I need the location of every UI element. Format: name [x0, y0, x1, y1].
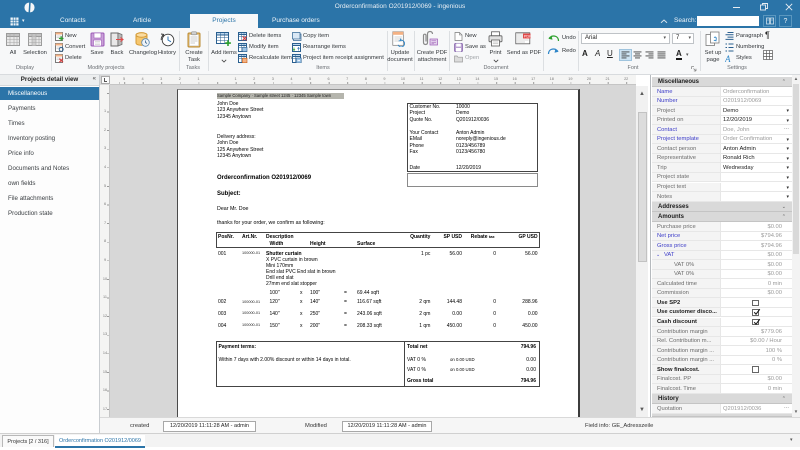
- svg-text:A: A: [725, 54, 731, 63]
- svg-text:PDF: PDF: [524, 34, 532, 39]
